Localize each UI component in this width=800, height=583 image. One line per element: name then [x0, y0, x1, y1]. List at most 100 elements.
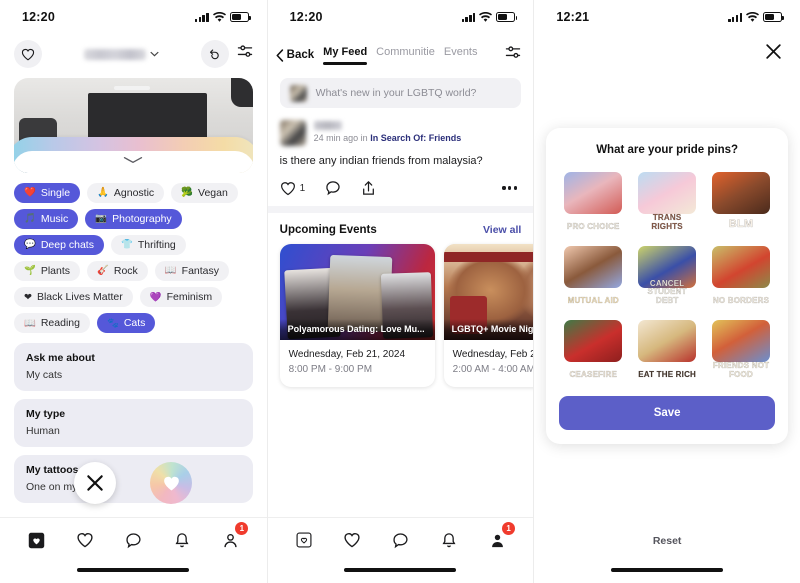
save-button[interactable]: Save: [559, 396, 775, 430]
view-all-link[interactable]: View all: [483, 224, 521, 236]
close-icon[interactable]: [764, 42, 783, 66]
tag-photography[interactable]: 📷 Photography: [85, 209, 182, 230]
home-indicator: [611, 568, 724, 572]
pin-blm[interactable]: BLM: [707, 170, 775, 232]
close-glyph: [87, 475, 104, 491]
tag-label: Rock: [113, 265, 138, 278]
pin-eat-the-rich[interactable]: EAT THE RICH: [633, 318, 701, 380]
events-carousel[interactable]: Polyamorous Dating: Love Mu... Wednesday…: [268, 244, 534, 387]
bottom-nav: 1: [267, 517, 534, 583]
tag-music[interactable]: 🎵 Music: [14, 209, 79, 230]
tag-label: Music: [40, 213, 69, 226]
tab-events[interactable]: Events: [444, 46, 478, 65]
pin-caption: FRIENDS NOT FOOD: [712, 361, 770, 379]
battery-icon: [496, 12, 518, 22]
post-community[interactable]: In Search Of: Friends: [370, 133, 461, 143]
back-button[interactable]: Back: [276, 48, 315, 62]
tab-my-feed[interactable]: My Feed: [323, 46, 368, 65]
nav-notifications-icon[interactable]: [167, 525, 197, 555]
post-comment-button[interactable]: [325, 180, 341, 196]
heart-icon[interactable]: [14, 40, 42, 68]
pin-pro-choice[interactable]: PRO CHOICE: [559, 170, 627, 232]
prompt-card[interactable]: My type Human: [14, 399, 253, 448]
tag-glyph: 💬: [24, 239, 36, 251]
pin-friends-not-food[interactable]: FRIENDS NOT FOOD: [707, 318, 775, 380]
tag-single[interactable]: ❤️ Single: [14, 183, 81, 204]
nav-profile-icon[interactable]: 1: [215, 522, 249, 555]
tag-vegan[interactable]: 🥦 Vegan: [171, 183, 238, 204]
tag-label: Fantasy: [181, 265, 220, 278]
signal-bars-icon: [194, 12, 209, 22]
expand-chevron-down-icon[interactable]: [123, 151, 143, 169]
pin-ceasefire[interactable]: CEASEFIRE: [559, 318, 627, 380]
reset-button[interactable]: Reset: [534, 535, 800, 547]
nav-notifications-icon[interactable]: [434, 525, 464, 555]
bottom-space: [534, 553, 800, 583]
bottom-nav: 1: [0, 517, 267, 583]
nav-cards-icon[interactable]: [289, 525, 319, 555]
prompt-card[interactable]: My tattoos One on my: [14, 455, 253, 504]
pin-no-borders[interactable]: NO BORDERS: [707, 244, 775, 306]
back-label: Back: [286, 49, 315, 61]
heart-icon: [280, 181, 295, 195]
heart-glyph: [344, 533, 360, 548]
avatar[interactable]: [279, 120, 306, 146]
nav-likes-icon[interactable]: [337, 525, 367, 555]
tag-glyph: 📖: [24, 317, 36, 329]
nav-likes-icon[interactable]: [70, 525, 100, 555]
events-header: Upcoming Events View all: [268, 213, 534, 244]
pin-caption: CEASEFIRE: [569, 369, 618, 379]
tag-black-lives-matter[interactable]: ❤ Black Lives Matter: [14, 287, 133, 308]
heart-glyph: [21, 48, 35, 60]
tag-fantasy[interactable]: 📖 Fantasy: [154, 261, 230, 282]
person-glyph: [491, 534, 503, 547]
tag-deep-chats[interactable]: 💬 Deep chats: [14, 235, 104, 256]
nav-chats-icon[interactable]: [385, 525, 415, 555]
tag-glyph: 📖: [164, 265, 177, 277]
post-like-button[interactable]: 1: [280, 181, 305, 196]
pin-caption: NO BORDERS: [712, 295, 770, 305]
status-bar: 12:20: [0, 0, 267, 34]
chevron-left-icon: [276, 48, 283, 62]
event-card[interactable]: LGBTQ+ Movie Nig Wednesday, Feb 2 2:00 A…: [443, 244, 534, 387]
tag-rock[interactable]: 🎸 Rock: [87, 261, 148, 282]
more-dots-icon[interactable]: [502, 186, 518, 190]
tag-cats[interactable]: 🐾 Cats: [96, 313, 156, 334]
post-composer[interactable]: What's new in your LGBTQ world?: [279, 78, 522, 108]
sliders-icon[interactable]: [237, 44, 253, 64]
nav-profile-icon[interactable]: 1: [482, 522, 516, 555]
pin-caption: CANCEL STUDENT DEBT: [647, 278, 687, 305]
pin-art: [564, 172, 623, 214]
interest-tags: ❤️ Single 🙏 Agnostic 🥦 Vegan 🎵 Music 📷 Photog…: [0, 173, 267, 337]
sliders-icon[interactable]: [505, 45, 523, 65]
tag-feminism[interactable]: 💜 Feminism: [139, 287, 223, 308]
tag-plants[interactable]: 🌱 Plants: [14, 261, 81, 282]
pin-mutual-aid[interactable]: MUTUAL AID: [559, 244, 627, 306]
tag-reading[interactable]: 📖 Reading: [14, 313, 90, 334]
prompt-cards: Ask me about My cats My type Human My ta…: [0, 337, 267, 504]
tag-thrifting[interactable]: 👕 Thrifting: [110, 235, 186, 256]
pin-caption: MUTUAL AID: [567, 295, 619, 305]
nav-badge: 1: [235, 522, 249, 535]
profile-photo[interactable]: [14, 78, 253, 173]
pin-cancel-student-debt[interactable]: CANCEL STUDENT DEBT: [633, 244, 701, 306]
tab-communities[interactable]: Communitie: [376, 46, 435, 65]
wifi-icon: [745, 11, 759, 22]
prompt-title: My tattoos: [26, 464, 79, 477]
sliders-glyph: [506, 46, 521, 58]
photo-corner: [231, 78, 253, 107]
prompt-title: My type: [26, 408, 66, 421]
post-share-button[interactable]: [361, 180, 376, 196]
tag-glyph: 💜: [149, 291, 162, 303]
nav-chats-icon[interactable]: [118, 525, 148, 555]
tag-label: Feminism: [166, 291, 213, 304]
section-divider: [267, 206, 534, 213]
profile-name[interactable]: [83, 48, 159, 60]
tag-agnostic[interactable]: 🙏 Agnostic: [87, 183, 165, 204]
rewind-icon[interactable]: [200, 40, 229, 68]
nav-cards-icon[interactable]: [21, 525, 51, 555]
post-text: is there any indian friends from malaysi…: [279, 155, 483, 167]
prompt-card[interactable]: Ask me about My cats: [14, 343, 253, 392]
event-card[interactable]: Polyamorous Dating: Love Mu... Wednesday…: [279, 244, 435, 387]
pin-trans-rights[interactable]: TRANS RIGHTS: [633, 170, 701, 232]
